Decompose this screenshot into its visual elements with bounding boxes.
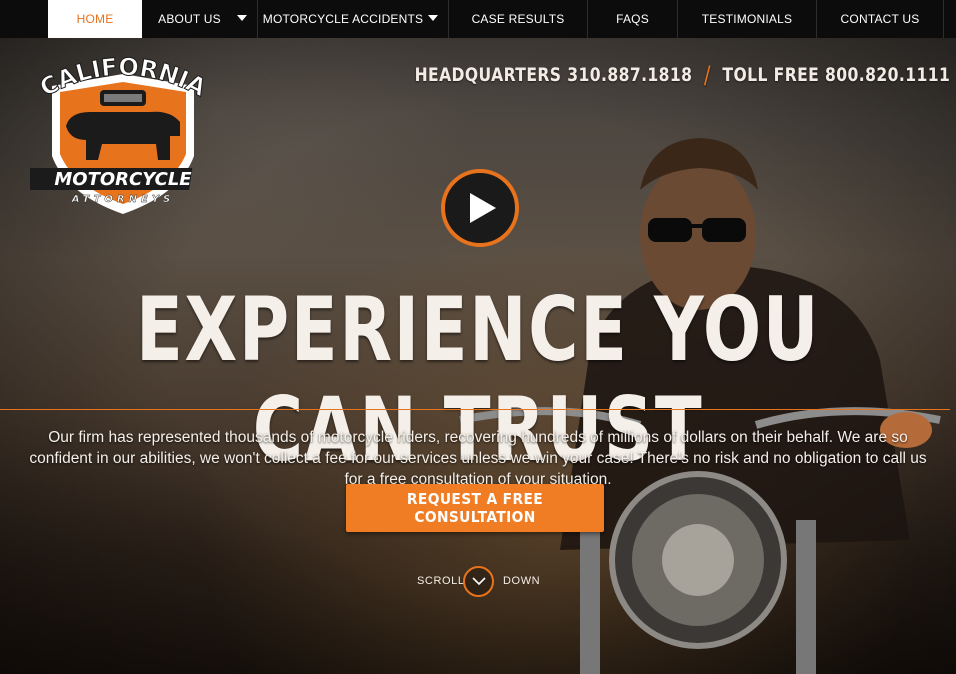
scroll-label: SCROLL xyxy=(417,575,465,587)
logo-line2: MOTORCYCLE xyxy=(54,169,192,190)
nav-case-results[interactable]: CASE RESULTS xyxy=(449,0,588,38)
toll-free-phone[interactable]: TOLL FREE 800.820.1111 xyxy=(722,64,950,86)
nav-about-us[interactable]: ABOUT US xyxy=(142,0,258,38)
chevron-down-icon xyxy=(471,577,486,586)
nav-contact-us-label: CONTACT US xyxy=(840,12,920,26)
hero-title: EXPERIENCE YOU CAN TRUST xyxy=(135,278,821,481)
nav-motorcycle-accidents[interactable]: MOTORCYCLE ACCIDENTS xyxy=(258,0,449,38)
chevron-down-icon xyxy=(428,15,438,21)
site-logo[interactable]: CALIFORNIA MOTORCYCLE ATTORNEYS xyxy=(19,52,216,216)
scroll-down: SCROLL DOWN xyxy=(0,566,956,597)
play-icon xyxy=(470,193,496,223)
nav-home[interactable]: HOME xyxy=(48,0,142,38)
nav-motorcycle-accidents-label: MOTORCYCLE ACCIDENTS xyxy=(262,12,424,26)
request-consultation-button[interactable]: REQUEST A FREE CONSULTATION xyxy=(346,484,604,532)
hero-body-text: Our firm has represented thousands of mo… xyxy=(29,429,927,488)
nav-testimonials[interactable]: TESTIMONIALS xyxy=(678,0,817,38)
main-nav: HOME ABOUT US MOTORCYCLE ACCIDENTS CASE … xyxy=(0,0,956,38)
nav-contact-us[interactable]: CONTACT US xyxy=(817,0,944,38)
phone-numbers: HEADQUARTERS 310.887.1818 / TOLL FREE 80… xyxy=(414,60,950,90)
nav-testimonials-label: TESTIMONIALS xyxy=(701,12,793,26)
hero-divider xyxy=(0,409,950,410)
nav-faqs[interactable]: FAQS xyxy=(588,0,678,38)
nav-faqs-label: FAQS xyxy=(616,12,649,26)
request-consultation-label: REQUEST A FREE CONSULTATION xyxy=(406,490,544,526)
phone-separator: / xyxy=(703,61,711,89)
nav-case-results-label: CASE RESULTS xyxy=(471,12,565,26)
down-label: DOWN xyxy=(503,575,541,587)
chevron-down-icon xyxy=(237,15,247,21)
nav-home-label: HOME xyxy=(76,12,114,26)
logo-line3: ATTORNEYS xyxy=(71,194,175,205)
headquarters-phone[interactable]: HEADQUARTERS 310.887.1818 xyxy=(414,64,692,86)
nav-about-us-label: ABOUT US xyxy=(158,12,221,26)
video-play-button[interactable] xyxy=(441,169,519,247)
bear-shield-logo-icon: CALIFORNIA MOTORCYCLE ATTORNEYS xyxy=(19,52,212,214)
scroll-down-button[interactable] xyxy=(463,566,494,597)
